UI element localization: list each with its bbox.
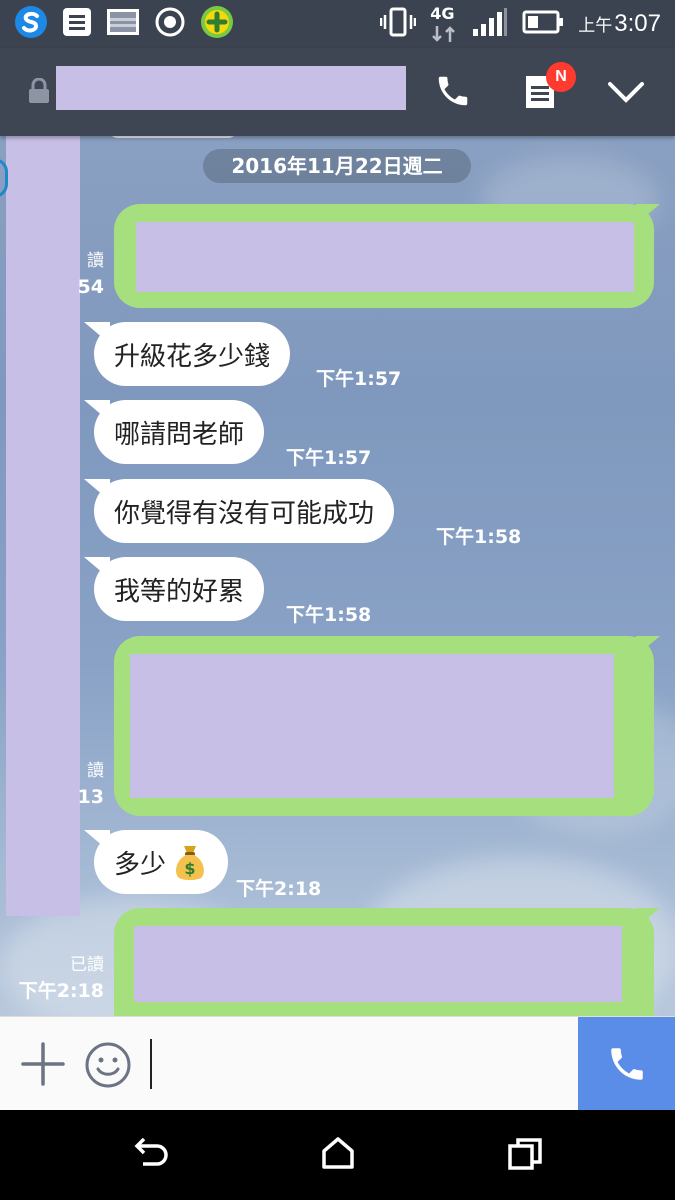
read-label: 讀 — [87, 251, 104, 271]
message-time: 54 — [77, 276, 104, 298]
chat-header: N — [0, 48, 675, 136]
message-time: 下午1:58 — [436, 526, 522, 548]
battery-icon — [522, 10, 564, 38]
read-status: 讀 54 — [62, 248, 104, 301]
message-text: 你覺得有沒有可能成功 — [114, 498, 375, 529]
message-text: 哪請問老師 — [114, 419, 245, 450]
redacted-content — [130, 654, 614, 798]
record-icon — [154, 6, 186, 42]
message-time: 下午1:57 — [286, 447, 372, 469]
plus-app-icon — [200, 5, 234, 43]
received-bubble[interactable]: 升級花多少錢 — [94, 322, 291, 386]
message-time: 下午2:18 — [236, 878, 322, 900]
message-input[interactable] — [150, 1039, 152, 1089]
message-time: 下午1:57 — [316, 368, 402, 390]
clipped-bubble — [108, 136, 238, 138]
read-label: 已讀 — [70, 955, 104, 975]
plus-icon[interactable] — [20, 1041, 66, 1091]
system-nav-bar — [0, 1110, 675, 1200]
message-text: 多少 — [114, 849, 167, 880]
app-s-icon — [14, 5, 48, 43]
read-status: 讀 13 — [62, 758, 104, 811]
status-time: 上午3:07 — [578, 10, 661, 38]
svg-text:$: $ — [184, 859, 195, 878]
received-bubble[interactable]: 我等的好累 — [94, 557, 265, 621]
vibrate-icon — [380, 7, 417, 41]
money-bag-icon: $ — [172, 842, 208, 882]
sent-bubble[interactable] — [114, 908, 654, 1016]
emoji-icon[interactable] — [84, 1041, 132, 1093]
chevron-down-icon[interactable] — [606, 80, 646, 110]
chat-area[interactable]: 2016年11月22日週二 讀 54 升級花多少錢 下午1:57 哪請問老師 下… — [0, 136, 675, 1016]
received-bubble[interactable]: 你覺得有沒有可能成功 — [94, 479, 395, 543]
sent-bubble[interactable] — [114, 636, 654, 816]
back-icon[interactable] — [133, 1137, 169, 1174]
time-prefix: 上午 — [578, 16, 613, 35]
notes-app-icon — [62, 7, 92, 41]
read-label: 讀 — [87, 761, 104, 781]
message-time: 下午1:58 — [286, 604, 372, 626]
network-type-label: 4G — [430, 4, 455, 23]
phone-call-button[interactable] — [434, 72, 472, 114]
network-4g-icon: 4G — [430, 4, 458, 42]
sent-bubble[interactable] — [114, 204, 654, 308]
message-time: 13 — [77, 786, 104, 808]
signal-icon — [472, 7, 508, 41]
read-status: 已讀 下午2:18 — [14, 952, 104, 1005]
notification-badge: N — [546, 62, 576, 92]
status-bar: 4G 上午3:07 — [0, 0, 675, 48]
message-text: 我等的好累 — [114, 576, 245, 607]
message-input-bar — [0, 1016, 675, 1111]
received-bubble[interactable]: 多少 $ — [94, 830, 229, 894]
call-button[interactable] — [578, 1017, 675, 1111]
chat-title-redacted — [56, 66, 406, 110]
message-time: 下午2:18 — [18, 980, 104, 1002]
lock-icon — [28, 77, 50, 108]
message-text: 升級花多少錢 — [114, 341, 271, 372]
time-value: 3:07 — [614, 10, 661, 37]
recent-apps-icon[interactable] — [508, 1138, 542, 1174]
redacted-content — [134, 926, 622, 1002]
redacted-content — [136, 222, 634, 292]
image-icon — [106, 8, 140, 40]
date-divider: 2016年11月22日週二 — [203, 149, 471, 183]
received-bubble[interactable]: 哪請問老師 — [94, 400, 265, 464]
home-icon[interactable] — [321, 1136, 355, 1174]
